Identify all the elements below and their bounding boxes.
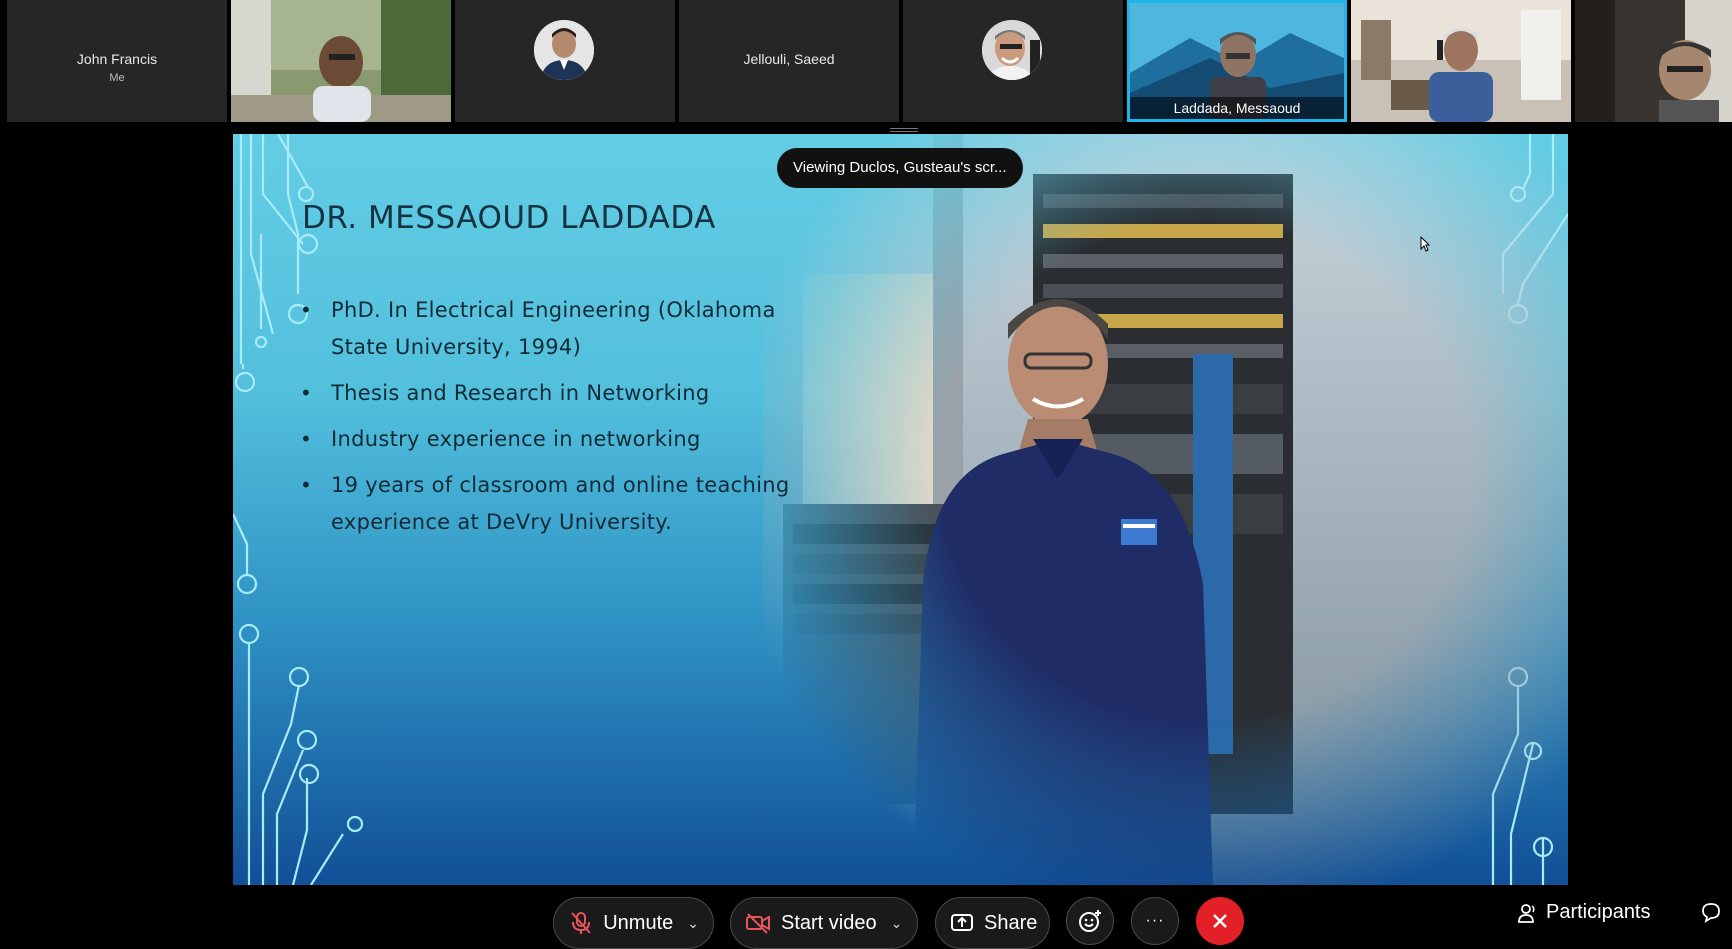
participant-tile-video-2[interactable] (231, 0, 451, 122)
end-call-button[interactable] (1196, 897, 1244, 945)
end-call-icon (1213, 914, 1227, 928)
more-options-button[interactable]: ··· (1131, 897, 1179, 945)
meeting-controls: Unmute ⌄ Start video ⌄ Share ··· Partici… (0, 885, 1732, 949)
participant-name: Jellouli, Saeed (743, 51, 835, 67)
slide-bullet: Industry experience in networking (300, 421, 820, 458)
unmute-label: Unmute (603, 911, 674, 934)
chat-icon (1702, 903, 1720, 923)
participant-avatar (982, 20, 1042, 80)
start-video-label: Start video (781, 911, 877, 934)
participant-video (1575, 0, 1732, 122)
start-video-button[interactable]: Start video ⌄ (730, 897, 918, 949)
participants-label: Participants (1546, 901, 1651, 923)
share-button[interactable]: Share (935, 897, 1050, 949)
slide-title: DR. MESSAOUD LADDADA (302, 200, 716, 236)
participant-tile-jellouli-saeed[interactable]: Jellouli, Saeed (679, 0, 899, 122)
chevron-down-icon[interactable]: ⌄ (891, 915, 903, 932)
slide-bullet: Thesis and Research in Networking (300, 375, 820, 412)
slide-bullet: 19 years of classroom and online teachin… (300, 467, 820, 541)
participant-name: John Francis (76, 51, 158, 67)
slide-bullet-list: PhD. In Electrical Engineering (Oklahoma… (300, 292, 820, 550)
participant-tile-video-8[interactable] (1575, 0, 1732, 122)
mic-muted-icon (568, 910, 593, 936)
chevron-down-icon[interactable]: ⌄ (687, 915, 699, 932)
viewing-screen-indicator[interactable]: Viewing Duclos, Gusteau's scr... (777, 148, 1023, 188)
participants-icon (1518, 903, 1535, 923)
reactions-button[interactable] (1066, 897, 1114, 945)
video-off-icon (745, 910, 771, 936)
cursor-icon (1420, 236, 1430, 252)
chat-button[interactable] (1700, 901, 1722, 923)
participant-tile-john-francis[interactable]: John Francis Me (7, 0, 227, 122)
more-icon: ··· (1145, 912, 1165, 929)
reactions-icon (1079, 910, 1101, 932)
participant-avatar (534, 20, 594, 80)
active-speaker-name: Laddada, Messaoud (1130, 97, 1344, 119)
slide-bullet: PhD. In Electrical Engineering (Oklahoma… (300, 292, 820, 366)
share-label: Share (984, 911, 1038, 934)
participant-tile-avatar-3[interactable] (455, 0, 675, 122)
share-icon (950, 910, 974, 936)
participant-video (231, 0, 451, 122)
unmute-button[interactable]: Unmute ⌄ (553, 897, 714, 949)
participant-strip: John Francis Me Jellouli, Saeed Laddada,… (0, 0, 1732, 132)
strip-resize-handle[interactable] (890, 128, 918, 132)
participant-me-label: Me (109, 72, 125, 84)
shared-screen-slide: DR. MESSAOUD LADDADA PhD. In Electrical … (233, 134, 1568, 885)
participant-tile-avatar-5[interactable] (903, 0, 1123, 122)
participant-tile-laddada-messaoud[interactable]: Laddada, Messaoud (1127, 0, 1347, 122)
presenter-photo (763, 134, 1568, 885)
participant-tile-video-7[interactable] (1351, 0, 1571, 122)
participants-button[interactable]: Participants (1516, 901, 1651, 924)
participant-video (1351, 0, 1571, 122)
